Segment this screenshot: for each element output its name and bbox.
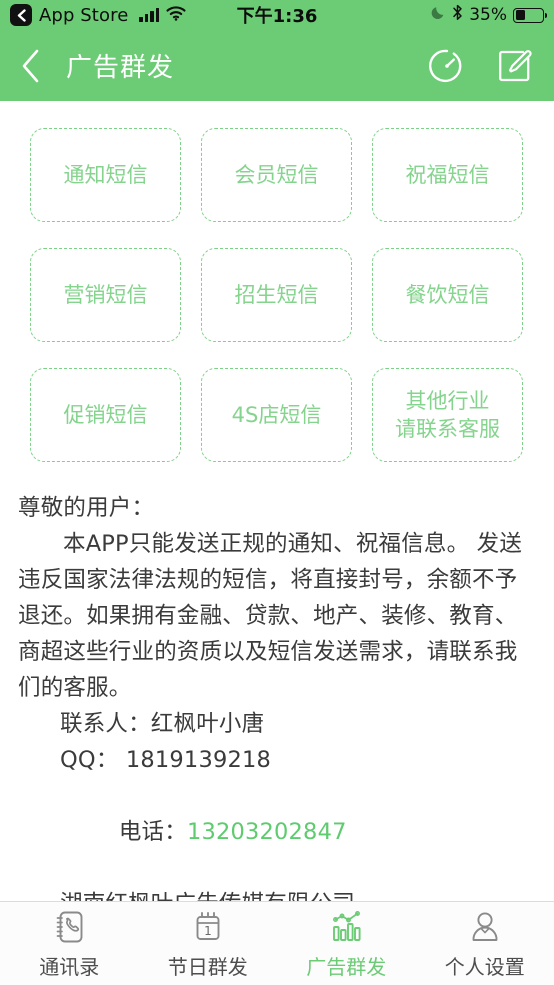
contact-phone-label: 电话：	[118, 819, 187, 845]
status-bar-left: App Store	[10, 4, 186, 26]
status-bar: App Store 下午1:36 35%	[0, 0, 554, 30]
contact-phone-row: 电话：13203202847	[60, 778, 536, 886]
sms-category-card[interactable]: 会员短信	[201, 128, 352, 222]
battery-percent-label: 35%	[469, 5, 507, 25]
notice-salutation: 尊敬的用户：	[18, 495, 155, 521]
tab-holiday-broadcast[interactable]: 1 节日群发	[139, 902, 278, 985]
return-to-app-store-button[interactable]	[10, 4, 32, 26]
compose-edit-icon	[499, 49, 532, 81]
contact-person: 联系人：红枫叶小唐	[60, 711, 265, 737]
card-label: 祝福短信	[405, 162, 490, 187]
back-button[interactable]	[20, 44, 60, 88]
sms-category-card[interactable]: 通知短信	[30, 128, 181, 222]
sms-category-card[interactable]: 祝福短信	[372, 128, 523, 222]
navigation-bar: 广告群发	[0, 30, 554, 101]
app-screen: App Store 下午1:36 35% 广告群发 通知短信 会员短信 祝福短信…	[0, 0, 554, 985]
signal-bars-icon	[139, 8, 160, 22]
calendar-icon: 1	[191, 908, 225, 946]
sms-category-grid: 通知短信 会员短信 祝福短信 营销短信 招生短信 餐饮短信 促销短信 4S店短信…	[0, 101, 554, 462]
chevron-left-icon	[22, 49, 39, 82]
sms-category-card[interactable]: 促销短信	[30, 368, 181, 462]
nav-actions	[428, 47, 534, 85]
sms-category-card[interactable]: 4S店短信	[201, 368, 352, 462]
timer-icon	[429, 49, 462, 82]
tab-label: 广告群发	[306, 954, 387, 979]
contact-phone-number[interactable]: 13203202847	[187, 819, 347, 845]
tab-label: 个人设置	[444, 954, 525, 979]
status-bar-right: 35%	[431, 4, 547, 26]
card-label: 营销短信	[63, 282, 148, 307]
card-label-line1: 其他行业	[405, 388, 490, 413]
tab-label: 通讯录	[39, 954, 100, 979]
bluetooth-icon	[452, 4, 463, 26]
tab-label: 节日群发	[167, 954, 248, 979]
svg-text:1: 1	[204, 924, 212, 938]
card-label: 4S店短信	[231, 402, 322, 427]
bar-chart-icon	[328, 908, 364, 946]
chevron-left-icon	[17, 8, 26, 22]
card-label: 通知短信	[63, 162, 148, 187]
bottom-tab-bar: 通讯录 1 节日群发 广告群发 个人设置	[0, 901, 554, 985]
card-label: 会员短信	[234, 162, 319, 187]
battery-icon	[513, 7, 547, 23]
tab-personal-settings[interactable]: 个人设置	[416, 902, 554, 985]
status-bar-app-label: App Store	[39, 4, 129, 26]
moon-icon	[431, 5, 446, 25]
card-label: 餐饮短信	[405, 282, 490, 307]
timer-history-button[interactable]	[428, 47, 466, 85]
card-label: 促销短信	[63, 402, 148, 427]
sms-category-card[interactable]: 招生短信	[201, 248, 352, 342]
sms-category-card[interactable]: 营销短信	[30, 248, 181, 342]
compose-button[interactable]	[496, 47, 534, 85]
sms-category-card[interactable]: 其他行业 请联系客服	[372, 368, 523, 462]
contacts-book-icon	[52, 908, 86, 946]
sms-category-card[interactable]: 餐饮短信	[372, 248, 523, 342]
card-label-line2: 请联系客服	[395, 417, 500, 441]
notice-body: 本APP只能发送正规的通知、祝福信息。 发送违反国家法律法规的短信，将直接封号，…	[18, 531, 523, 701]
page-title: 广告群发	[66, 53, 175, 83]
tab-ad-broadcast[interactable]: 广告群发	[277, 902, 416, 985]
person-icon	[468, 908, 502, 946]
wifi-icon	[166, 5, 186, 25]
card-label: 招生短信	[234, 282, 319, 307]
contact-block: 联系人：红枫叶小唐 QQ： 1819139218 电话：13203202847	[60, 706, 536, 886]
notice-block: 尊敬的用户： 本APP只能发送正规的通知、祝福信息。 发送违反国家法律法规的短信…	[0, 490, 554, 922]
contact-qq: QQ： 1819139218	[60, 747, 272, 773]
tab-contacts[interactable]: 通讯录	[0, 902, 139, 985]
